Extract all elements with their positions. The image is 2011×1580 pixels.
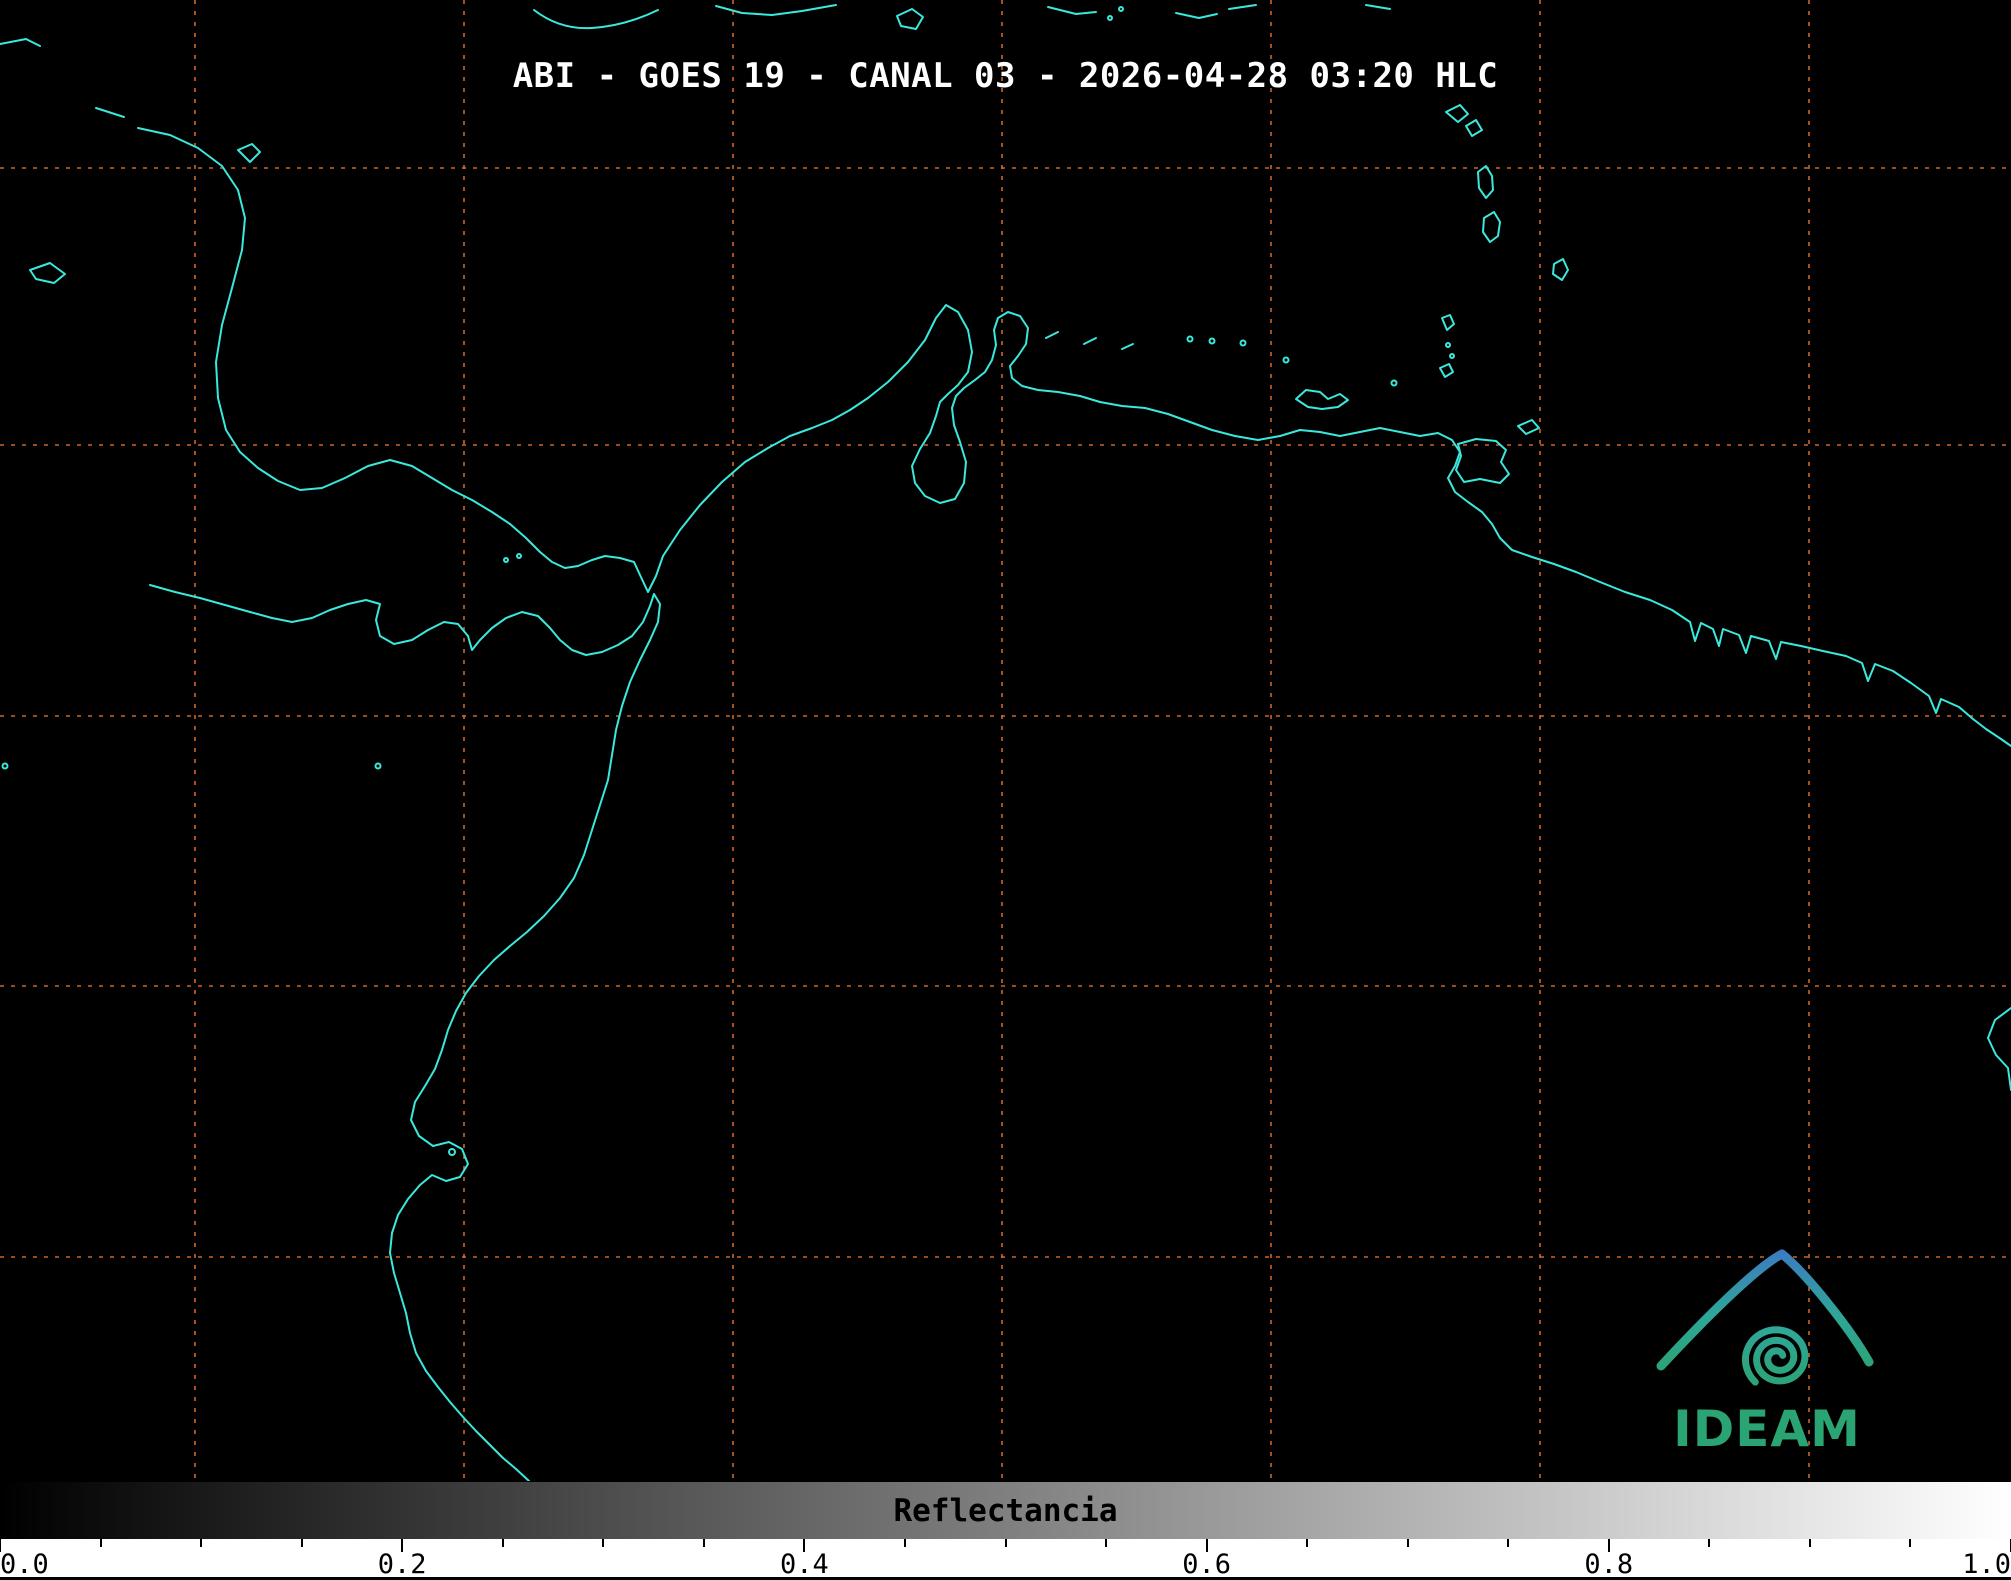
ideam-logo-graphic xyxy=(1656,1249,1874,1386)
coastline-path xyxy=(516,553,522,559)
colorbar-tick xyxy=(1105,1539,1108,1547)
coastline-path xyxy=(1,762,9,770)
coastline-path xyxy=(1477,165,1494,199)
map-area: ABI - GOES 19 - CANAL 03 - 2026-04-28 03… xyxy=(0,0,2011,1481)
coastline-path xyxy=(896,8,924,30)
coastline-path xyxy=(1047,6,1097,15)
coastline-path xyxy=(1107,15,1113,21)
satellite-image-view: ABI - GOES 19 - CANAL 03 - 2026-04-28 03… xyxy=(0,0,2011,1580)
coastline-path xyxy=(0,38,41,47)
coastline-path xyxy=(137,127,2011,747)
colorbar-tick-label: 1.0 xyxy=(1962,1549,2011,1580)
colorbar-label: Reflectancia xyxy=(893,1492,1118,1529)
coastline-path xyxy=(1282,356,1290,364)
colorbar-axis: 0.0 0.2 0.4 0.6 0.8 1.0 xyxy=(0,1539,2011,1580)
coastline-path xyxy=(1045,331,1059,339)
coastline-path xyxy=(1295,389,1349,410)
colorbar-tick-label: 0.4 xyxy=(780,1549,829,1580)
colorbar-tick xyxy=(903,1539,906,1547)
coastline-path xyxy=(1987,1007,2011,1091)
colorbar-tick-label: 0.0 xyxy=(0,1549,49,1580)
colorbar-tick-label: 0.6 xyxy=(1182,1549,1231,1580)
coastline-path xyxy=(1465,119,1483,137)
colorbar-tick xyxy=(99,1539,102,1547)
spiral-icon xyxy=(1742,1326,1809,1386)
coastline-path xyxy=(1083,337,1097,345)
ideam-logo: IDEAM xyxy=(1655,1246,1879,1478)
coastline-path xyxy=(1365,4,1391,10)
coastline-path xyxy=(1517,419,1540,435)
coastline-path xyxy=(1186,335,1194,343)
coastline-path xyxy=(1482,211,1501,243)
colorbar-tick xyxy=(1708,1539,1711,1547)
colorbar-tick xyxy=(1808,1539,1811,1547)
image-title: ABI - GOES 19 - CANAL 03 - 2026-04-28 03… xyxy=(512,56,1499,96)
colorbar-tick xyxy=(602,1539,605,1547)
colorbar-tick-label: 0.8 xyxy=(1584,1549,1634,1580)
coastline-path xyxy=(237,143,261,163)
coastline-path xyxy=(1121,343,1134,350)
coastline-path xyxy=(1445,104,1469,123)
coastline-path xyxy=(1175,12,1218,19)
colorbar-tick xyxy=(1507,1539,1510,1547)
coastline-path xyxy=(1208,337,1216,345)
coastline-path xyxy=(1552,258,1569,281)
coastline-path xyxy=(95,107,125,118)
coastline-path xyxy=(1228,4,1257,10)
coastline-path xyxy=(149,584,661,1481)
colorbar-tick xyxy=(1406,1539,1409,1547)
colorbar-tick xyxy=(300,1539,303,1547)
coastline-path xyxy=(29,262,66,284)
colorbar-tick xyxy=(1004,1539,1007,1547)
colorbar-tick xyxy=(501,1539,504,1547)
colorbar-tick xyxy=(1909,1539,1912,1547)
ideam-logo-text: IDEAM xyxy=(1673,1400,1861,1458)
coastline-path xyxy=(1441,314,1455,331)
coastline-path xyxy=(448,1148,456,1156)
coastline-path xyxy=(1445,342,1451,348)
colorbar: Reflectancia xyxy=(0,1481,2011,1539)
coastline-path xyxy=(533,9,659,30)
colorbar-tick xyxy=(702,1539,705,1547)
coastline-path xyxy=(1449,353,1455,359)
colorbar-tick xyxy=(1306,1539,1309,1547)
mountain-icon xyxy=(1656,1249,1874,1371)
colorbar-tick xyxy=(200,1539,203,1547)
coastline-path xyxy=(1439,363,1454,378)
coastline-path xyxy=(1390,379,1398,387)
coastline-path xyxy=(1118,6,1124,12)
coastline-path xyxy=(503,557,509,563)
colorbar-tick-label: 0.2 xyxy=(377,1549,427,1580)
coastline-path xyxy=(374,762,382,770)
coastline-path xyxy=(715,4,837,16)
coastline-path xyxy=(1239,339,1247,347)
